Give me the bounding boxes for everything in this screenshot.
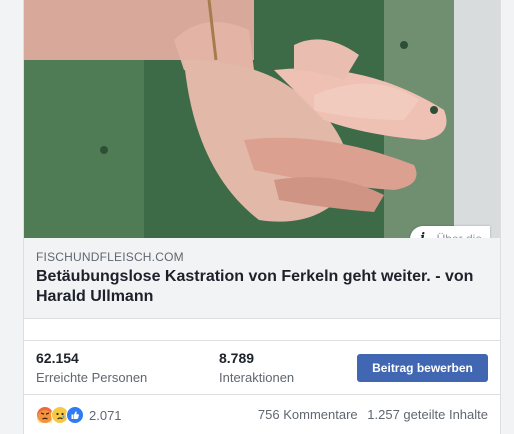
reach-value: 62.154 bbox=[36, 350, 79, 366]
post-card: i Über die FISCHUNDFLEISCH.COM Betäubung… bbox=[23, 0, 501, 434]
engagement-counts: 756 Kommentare 1.257 geteilte Inhalte bbox=[258, 407, 488, 422]
link-preview-meta[interactable]: FISCHUNDFLEISCH.COM Betäubungslose Kastr… bbox=[24, 238, 500, 319]
comments-count[interactable]: 756 Kommentare bbox=[258, 407, 358, 422]
reactions-summary[interactable]: 2.071 bbox=[36, 406, 122, 424]
preview-photo bbox=[24, 0, 500, 238]
post-footer: 2.071 756 Kommentare 1.257 geteilte Inha… bbox=[24, 394, 500, 434]
reaction-count: 2.071 bbox=[89, 407, 122, 423]
promote-post-button[interactable]: Beitrag bewerben bbox=[357, 354, 488, 382]
interactions-stat: 8.789 Interaktionen bbox=[219, 350, 294, 385]
reach-label: Erreichte Personen bbox=[36, 370, 148, 385]
interactions-label: Interaktionen bbox=[219, 370, 295, 385]
post-insights: 62.154 Erreichte Personen 8.789 Interakt… bbox=[24, 340, 500, 395]
post-spacer bbox=[24, 318, 500, 341]
link-domain: FISCHUNDFLEISCH.COM bbox=[36, 250, 184, 264]
reach-stat: 62.154 Erreichte Personen bbox=[36, 350, 147, 385]
like-reaction-icon bbox=[66, 406, 84, 424]
link-headline[interactable]: Betäubungslose Kastration von Ferkeln ge… bbox=[36, 267, 486, 307]
interactions-value: 8.789 bbox=[219, 350, 255, 366]
shares-count[interactable]: 1.257 geteilte Inhalte bbox=[367, 407, 488, 422]
link-preview-image[interactable] bbox=[24, 0, 500, 238]
